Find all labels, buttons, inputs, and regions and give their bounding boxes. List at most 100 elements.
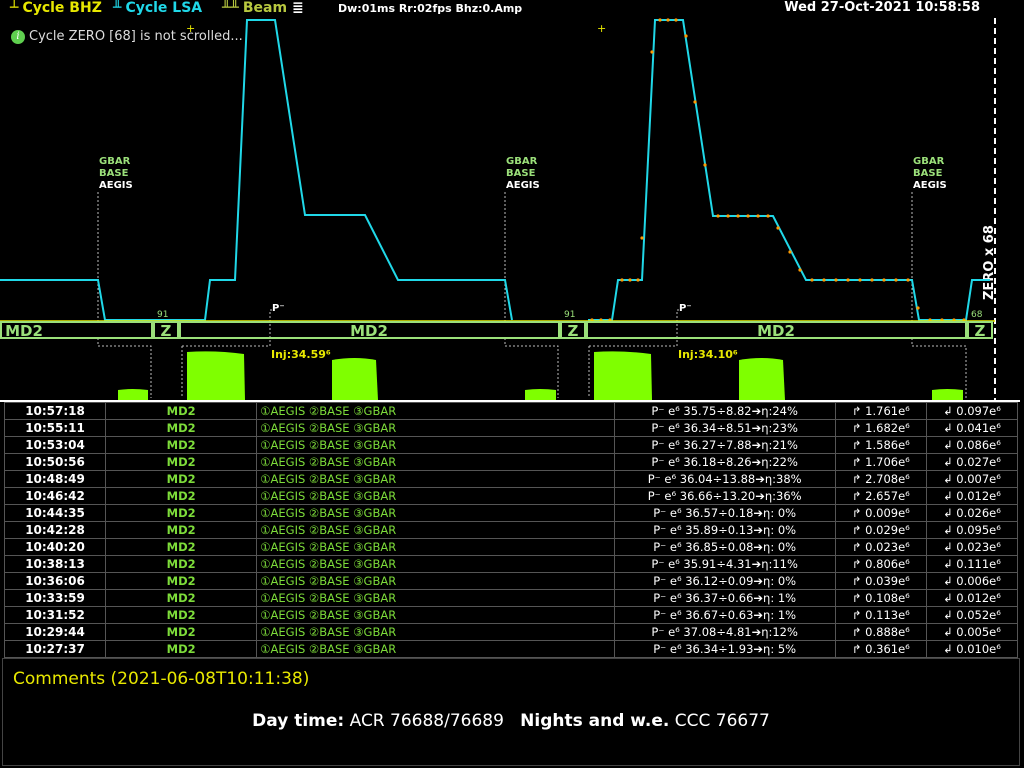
row-pbar-efficiency: P⁻ e⁶ 36.34÷1.93➔η: 5% [613, 640, 836, 658]
row-pbar-efficiency: P⁻ e⁶ 36.34÷8.51➔η:23% [613, 419, 836, 437]
row-pbar-efficiency: P⁻ e⁶ 36.04÷13.88➔η:38% [613, 470, 836, 488]
row-destinations: ①AEGIS ②BASE ③GBAR [256, 419, 615, 437]
row-lost: ↲ 0.012e⁶ [925, 487, 1019, 505]
row-extracted: ↱ 1.682e⁶ [834, 419, 927, 437]
row-extracted: ↱ 0.888e⁶ [834, 623, 927, 641]
row-pbar-efficiency: P⁻ e⁶ 36.27÷7.88➔η:21% [613, 436, 836, 454]
table-row[interactable]: 10:50:56 MD2 ①AEGIS ②BASE ③GBAR P⁻ e⁶ 36.18… [3, 453, 1019, 471]
row-destinations: ①AEGIS ②BASE ③GBAR [256, 504, 615, 522]
row-lost: ↲ 0.012e⁶ [925, 589, 1019, 607]
row-mode: MD2 [105, 436, 258, 454]
row-extracted: ↱ 0.361e⁶ [834, 640, 927, 658]
row-time: 10:33:59 [3, 589, 107, 607]
row-extracted: ↱ 0.108e⁶ [834, 589, 927, 607]
row-destinations: ①AEGIS ②BASE ③GBAR [256, 521, 615, 539]
row-destinations: ①AEGIS ②BASE ③GBAR [256, 538, 615, 556]
table-row[interactable]: 10:48:49 MD2 ①AEGIS ②BASE ③GBAR P⁻ e⁶ 36.04… [3, 470, 1019, 488]
cycle-history-table: 10:57:18 MD2 ①AEGIS ②BASE ③GBAR P⁻ e⁶ 35.75… [3, 402, 1019, 658]
comments-title: Comments (2021-06-08T10:11:38) [13, 669, 310, 689]
row-pbar-efficiency: P⁻ e⁶ 35.89÷0.13➔η: 0% [613, 521, 836, 539]
marker-aegis: AEGIS [913, 180, 947, 191]
day-time-value: ACR 76688/76689 [349, 711, 504, 731]
comments-body: Day time: ACR 76688/76689 Nights and w.e… [3, 711, 1019, 731]
row-mode: MD2 [105, 419, 258, 437]
row-mode: MD2 [105, 623, 258, 641]
row-pbar-efficiency: P⁻ e⁶ 35.91÷4.31➔η:11% [613, 555, 836, 573]
row-extracted: ↱ 0.113e⁶ [834, 606, 927, 624]
segment-md2-label: MD2 [350, 322, 388, 340]
segment-z-label: Z [161, 322, 172, 340]
row-destinations: ①AEGIS ②BASE ③GBAR [256, 623, 615, 641]
row-mode: MD2 [105, 453, 258, 471]
row-time: 10:40:20 [3, 538, 107, 556]
row-destinations: ①AEGIS ②BASE ③GBAR [256, 402, 615, 420]
segment-z-label: Z [975, 322, 986, 340]
table-row[interactable]: 10:31:52 MD2 ①AEGIS ②BASE ③GBAR P⁻ e⁶ 36.67… [3, 606, 1019, 624]
table-row[interactable]: 10:44:35 MD2 ①AEGIS ②BASE ③GBAR P⁻ e⁶ 36.57… [3, 504, 1019, 522]
row-lost: ↲ 0.023e⁶ [925, 538, 1019, 556]
row-time: 10:57:18 [3, 402, 107, 420]
row-mode: MD2 [105, 572, 258, 590]
row-time: 10:46:42 [3, 487, 107, 505]
table-row[interactable]: 10:57:18 MD2 ①AEGIS ②BASE ③GBAR P⁻ e⁶ 35.75… [3, 402, 1019, 420]
table-row[interactable]: 10:33:59 MD2 ①AEGIS ②BASE ③GBAR P⁻ e⁶ 36.37… [3, 589, 1019, 607]
table-row[interactable]: 10:55:11 MD2 ①AEGIS ②BASE ③GBAR P⁻ e⁶ 36.34… [3, 419, 1019, 437]
row-lost: ↲ 0.086e⁶ [925, 436, 1019, 454]
row-mode: MD2 [105, 504, 258, 522]
segment-md2-label: MD2 [757, 322, 795, 340]
row-extracted: ↱ 2.708e⁶ [834, 470, 927, 488]
row-pbar-efficiency: P⁻ e⁶ 36.67÷0.63➔η: 1% [613, 606, 836, 624]
cycle-plot: GBAR BASE AEGIS GBAR BASE AEGIS GBAR BAS… [0, 18, 997, 400]
cycle-bar [0, 321, 993, 339]
table-row[interactable]: 10:46:42 MD2 ①AEGIS ②BASE ③GBAR P⁻ e⁶ 36.66… [3, 487, 1019, 505]
row-destinations: ①AEGIS ②BASE ③GBAR [256, 555, 615, 573]
row-time: 10:44:35 [3, 504, 107, 522]
beam-intensity-blocks [118, 351, 963, 400]
marker-gbar: GBAR [506, 156, 538, 167]
marker-gbar: GBAR [913, 156, 945, 167]
z-number: 91 [157, 310, 168, 320]
row-destinations: ①AEGIS ②BASE ③GBAR [256, 487, 615, 505]
table-row[interactable]: 10:27:37 MD2 ①AEGIS ②BASE ③GBAR P⁻ e⁶ 36.34… [3, 640, 1019, 658]
table-row[interactable]: 10:29:44 MD2 ①AEGIS ②BASE ③GBAR P⁻ e⁶ 37.08… [3, 623, 1019, 641]
nights-label: Nights and w.e. [520, 711, 670, 731]
row-extracted: ↱ 2.657e⁶ [834, 487, 927, 505]
pbar-label: P⁻ [679, 303, 692, 314]
row-destinations: ①AEGIS ②BASE ③GBAR [256, 470, 615, 488]
cursor-cross-icon: + [186, 22, 195, 35]
injection-label: Inj:34.59⁶ [271, 348, 331, 361]
row-mode: MD2 [105, 555, 258, 573]
row-pbar-efficiency: P⁻ e⁶ 36.18÷8.26➔η:22% [613, 453, 836, 471]
zero-cycle-label: ZERO x 68 [982, 225, 997, 300]
row-lost: ↲ 0.095e⁶ [925, 521, 1019, 539]
table-row[interactable]: 10:53:04 MD2 ①AEGIS ②BASE ③GBAR P⁻ e⁶ 36.27… [3, 436, 1019, 454]
row-time: 10:27:37 [3, 640, 107, 658]
row-mode: MD2 [105, 640, 258, 658]
marker-aegis: AEGIS [99, 180, 133, 191]
row-mode: MD2 [105, 589, 258, 607]
injection-label: Inj:34.10⁶ [678, 348, 738, 361]
marker-gbar: GBAR [99, 156, 131, 167]
row-extracted: ↱ 1.586e⁶ [834, 436, 927, 454]
row-extracted: ↱ 0.039e⁶ [834, 572, 927, 590]
table-row[interactable]: 10:42:28 MD2 ①AEGIS ②BASE ③GBAR P⁻ e⁶ 35.89… [3, 521, 1019, 539]
row-lost: ↲ 0.006e⁶ [925, 572, 1019, 590]
segment-md2-label: MD2 [5, 322, 43, 340]
table-row[interactable]: 10:40:20 MD2 ①AEGIS ②BASE ③GBAR P⁻ e⁶ 36.85… [3, 538, 1019, 556]
row-pbar-efficiency: P⁻ e⁶ 36.12÷0.09➔η: 0% [613, 572, 836, 590]
row-time: 10:29:44 [3, 623, 107, 641]
table-row[interactable]: 10:36:06 MD2 ①AEGIS ②BASE ③GBAR P⁻ e⁶ 36.12… [3, 572, 1019, 590]
row-mode: MD2 [105, 402, 258, 420]
z-number: 68 [971, 310, 983, 320]
row-pbar-efficiency: P⁻ e⁶ 36.37÷0.66➔η: 1% [613, 589, 836, 607]
row-destinations: ①AEGIS ②BASE ③GBAR [256, 640, 615, 658]
row-lost: ↲ 0.052e⁶ [925, 606, 1019, 624]
table-row[interactable]: 10:38:13 MD2 ①AEGIS ②BASE ③GBAR P⁻ e⁶ 35.91… [3, 555, 1019, 573]
cursor-cross-icon: + [597, 22, 606, 35]
row-mode: MD2 [105, 538, 258, 556]
row-lost: ↲ 0.026e⁶ [925, 504, 1019, 522]
comments-panel: Comments (2021-06-08T10:11:38) Day time:… [2, 658, 1020, 766]
row-lost: ↲ 0.041e⁶ [925, 419, 1019, 437]
row-destinations: ①AEGIS ②BASE ③GBAR [256, 606, 615, 624]
row-mode: MD2 [105, 521, 258, 539]
